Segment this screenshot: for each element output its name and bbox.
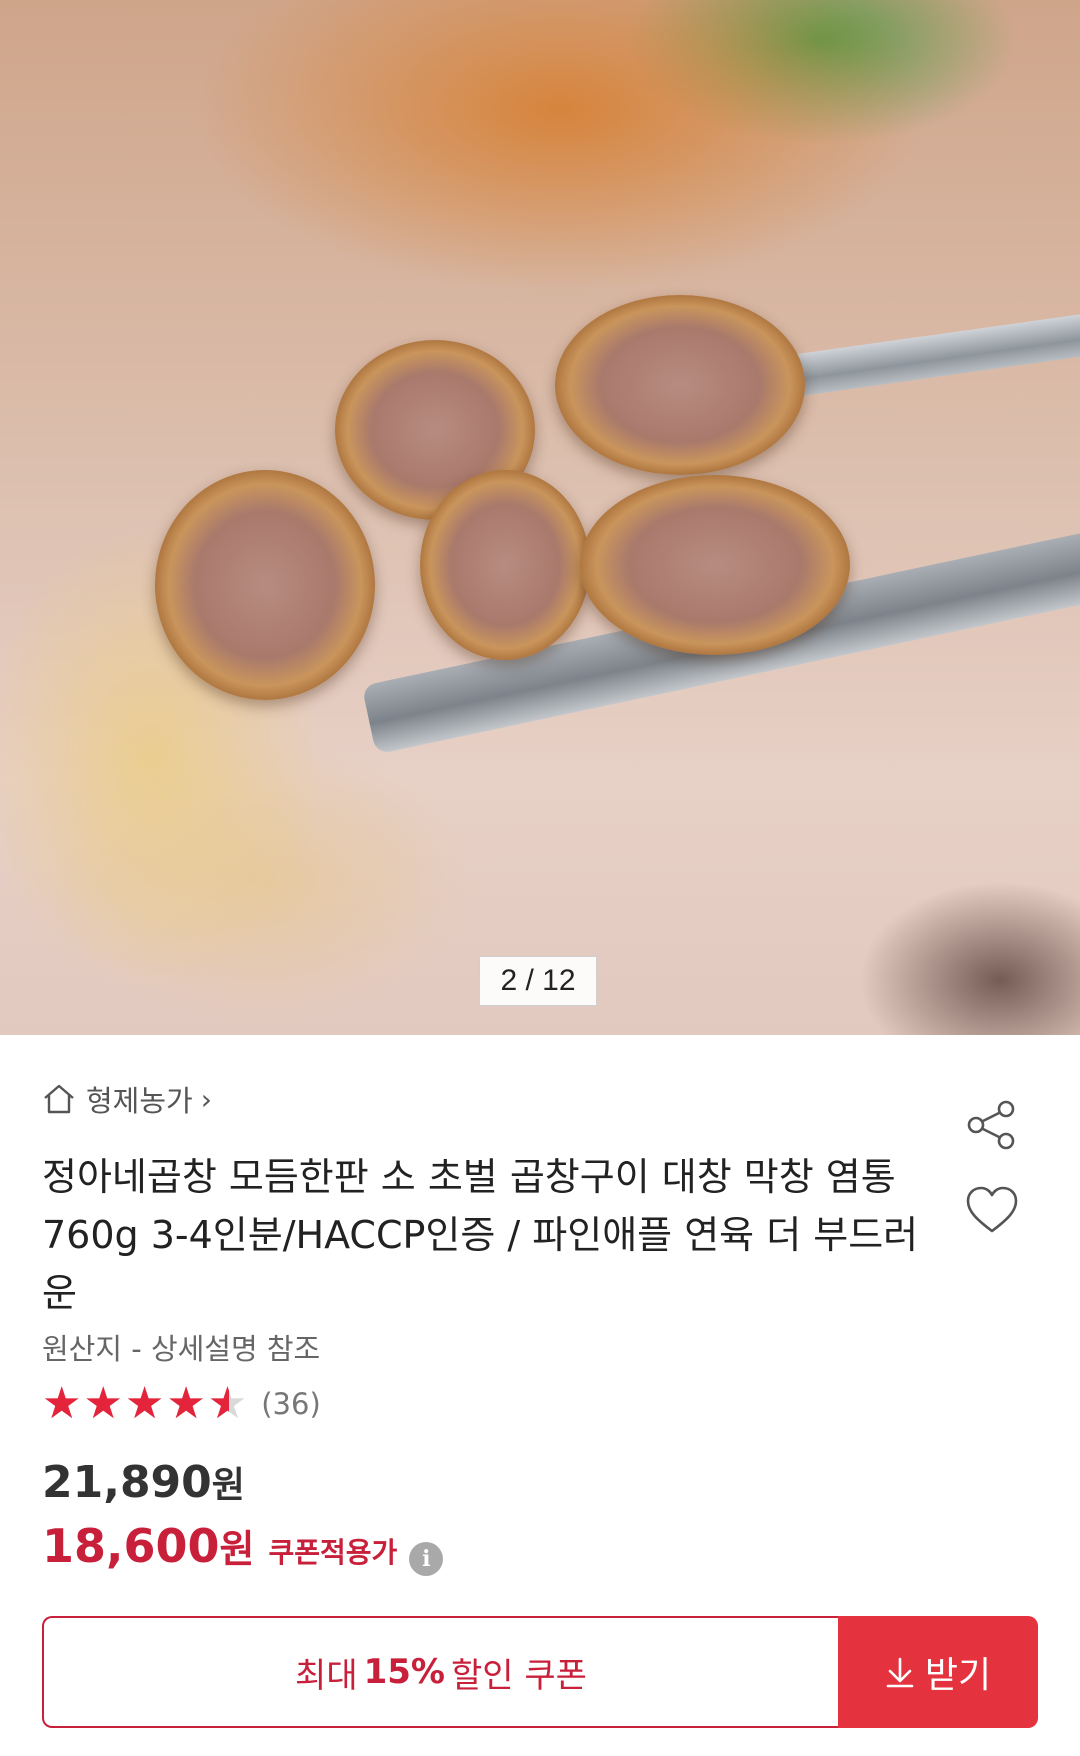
gopchang-piece — [555, 295, 805, 475]
gallery-page-indicator: 2 / 12 — [479, 956, 597, 1006]
product-image[interactable]: 2 / 12 — [0, 0, 1080, 1035]
coupon-suffix: 할인 쿠폰 — [451, 1655, 587, 1696]
price-unit: 원 — [219, 1527, 255, 1571]
coupon-price-label: 쿠폰적용가 — [268, 1536, 398, 1569]
review-count: (36) — [261, 1387, 321, 1421]
gopchang-piece — [420, 470, 590, 660]
info-icon[interactable]: i — [409, 1542, 444, 1576]
coupon-price: 18,600원 — [42, 1518, 254, 1573]
download-icon — [886, 1657, 914, 1688]
product-origin: 원산지 - 상세설명 참조 — [42, 1332, 321, 1366]
heart-icon[interactable] — [964, 1184, 1020, 1236]
coupon-banner[interactable]: 최대 15% 할인 쿠폰 — [42, 1616, 838, 1728]
gopchang-piece — [580, 475, 850, 655]
home-icon — [44, 1084, 74, 1114]
download-coupon-label: 받기 — [924, 1655, 992, 1696]
share-icon[interactable] — [964, 1097, 1020, 1153]
store-link[interactable]: 형제농가 › — [42, 1078, 212, 1120]
original-price-amount: 21,890 — [42, 1457, 212, 1508]
store-name: 형제농가 — [86, 1084, 193, 1118]
coupon-percent: 15% — [363, 1652, 445, 1692]
coupon-price-amount: 18,600 — [42, 1519, 220, 1573]
download-coupon-button[interactable]: 받기 — [838, 1616, 1038, 1728]
gopchang-piece — [155, 470, 375, 700]
tongs-upper-arm — [759, 300, 1080, 402]
price-unit: 원 — [211, 1465, 245, 1506]
chevron-right-icon: › — [200, 1082, 212, 1116]
coupon-prefix: 최대 — [295, 1655, 358, 1696]
coupon-price-row: 18,600원 쿠폰적용가 i — [42, 1518, 444, 1576]
rating-summary[interactable]: ★★★★★ ★★★★★ (36) — [42, 1382, 321, 1426]
star-rating-filled: ★★★★★ — [42, 1382, 229, 1426]
product-title: 정아네곱창 모듬한판 소 초벌 곱창구이 대창 막창 염통 760g 3-4인분… — [42, 1155, 919, 1315]
original-price: 21,890원 — [42, 1456, 245, 1508]
star-rating: ★★★★★ ★★★★★ — [42, 1382, 249, 1426]
